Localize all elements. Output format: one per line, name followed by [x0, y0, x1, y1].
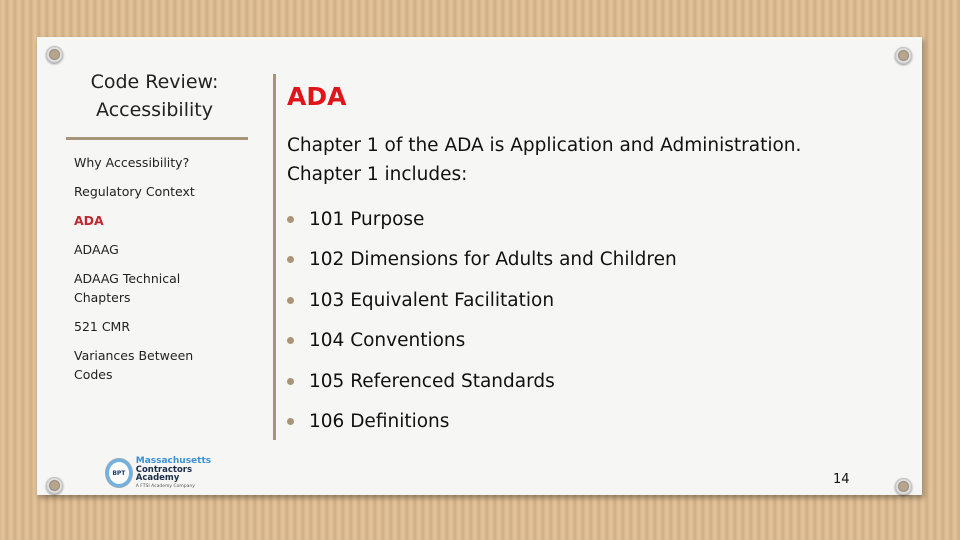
grommet-icon: [46, 477, 63, 494]
page-title: ADA: [287, 82, 347, 111]
bullet-icon: [287, 337, 294, 345]
sidebar-item-variances-between-codes[interactable]: Variances Between Codes: [74, 346, 199, 384]
slide-paper: Code Review: Accessibility Why Accessibi…: [37, 37, 922, 495]
logo-seal-icon: BPT: [106, 459, 132, 487]
list-item-text: 102 Dimensions for Adults and Children: [309, 249, 677, 271]
sidebar-item-ada[interactable]: ADA: [74, 211, 224, 230]
list-item: 101 Purpose: [287, 199, 677, 240]
list-item-text: 101 Purpose: [309, 208, 425, 230]
list-item-text: 106 Definitions: [309, 411, 450, 433]
logo-line3: A FTSI Academy Company: [135, 483, 195, 489]
sidebar-item-adaag[interactable]: ADAAG: [74, 240, 224, 259]
list-item: 102 Dimensions for Adults and Children: [287, 240, 677, 281]
bullet-icon: [287, 418, 294, 426]
intro-text: Chapter 1 of the ADA is Application and …: [287, 135, 802, 185]
list-item-text: 104 Conventions: [309, 330, 466, 352]
vertical-divider: [273, 74, 276, 440]
list-item-text: 105 Referenced Standards: [309, 370, 555, 392]
grommet-icon: [46, 46, 63, 63]
sidebar-title: Code Review: Accessibility: [90, 71, 219, 121]
list-item: 105 Referenced Standards: [287, 361, 677, 402]
list-item: 104 Conventions: [287, 321, 677, 362]
bullet-icon: [287, 256, 294, 264]
sidebar-divider: [66, 137, 248, 140]
list-item: 106 Definitions: [287, 402, 677, 443]
list-item-text: 103 Equivalent Facilitation: [309, 289, 555, 311]
logo-line2: Contractors Academy: [135, 464, 193, 484]
logo-text: Massachusetts Contractors Academy A FTSI…: [135, 456, 228, 490]
sidebar-nav: Why Accessibility? Regulatory Context AD…: [74, 153, 224, 394]
sidebar-item-why-accessibility[interactable]: Why Accessibility?: [74, 153, 224, 172]
sidebar-item-521-cmr[interactable]: 521 CMR: [74, 317, 224, 336]
list-item: 103 Equivalent Facilitation: [287, 280, 677, 321]
bullet-icon: [287, 215, 294, 223]
bullet-icon: [287, 377, 294, 385]
page-number: 14: [833, 472, 850, 487]
sidebar-item-adaag-technical-chapters[interactable]: ADAAG Technical Chapters: [74, 269, 199, 307]
sidebar-item-regulatory-context[interactable]: Regulatory Context: [74, 182, 224, 201]
grommet-icon: [895, 47, 912, 64]
grommet-icon: [895, 478, 912, 495]
bullet-icon: [287, 296, 294, 304]
chapter-list: 101 Purpose 102 Dimensions for Adults an…: [287, 199, 677, 442]
company-logo: BPT Massachusetts Contractors Academy A …: [106, 455, 228, 491]
